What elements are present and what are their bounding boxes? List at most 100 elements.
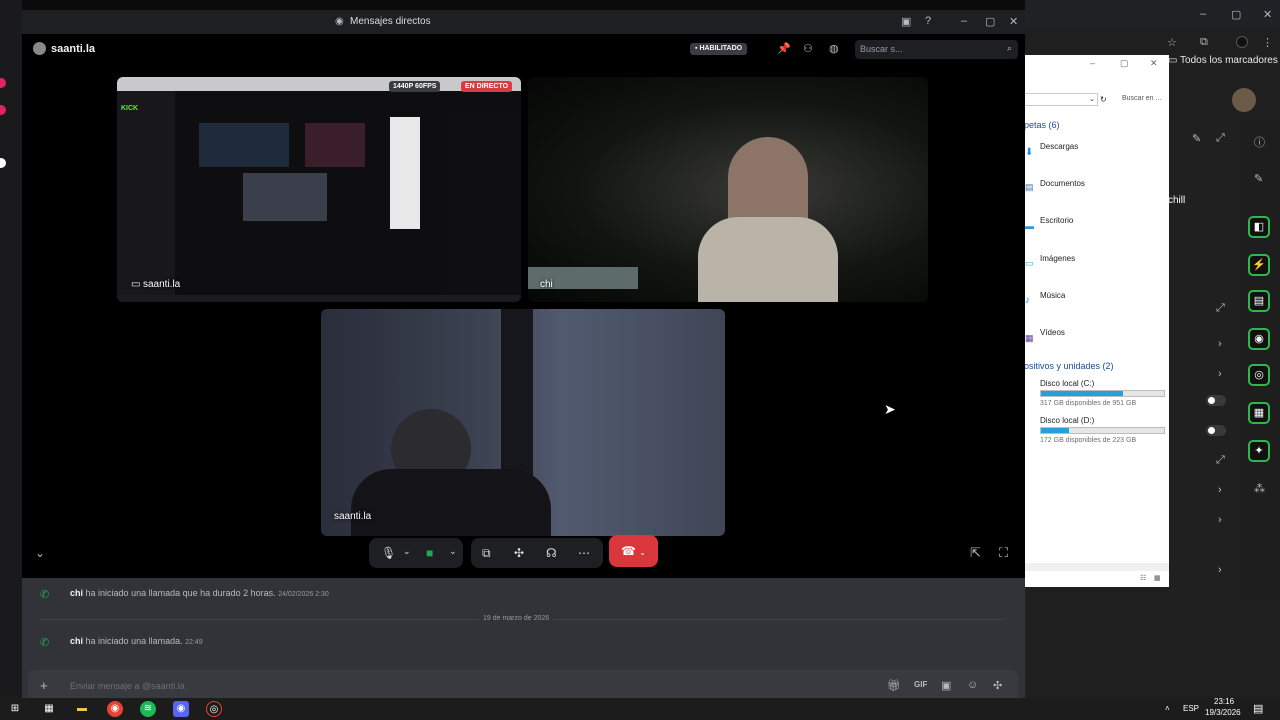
search-input[interactable]: Buscar s... ⌕: [855, 40, 1018, 59]
close-icon[interactable]: ✕: [1263, 8, 1272, 21]
external-icon[interactable]: ⤢: [1216, 454, 1225, 467]
task-view-icon[interactable]: ▦: [41, 701, 57, 717]
add-friends-icon[interactable]: ⚇: [803, 42, 813, 55]
external-icon[interactable]: ⤢: [1216, 302, 1225, 315]
toggle[interactable]: [1206, 425, 1226, 436]
dm-username[interactable]: saanti.la: [51, 43, 95, 55]
webcam-tile-chi[interactable]: chi: [528, 77, 928, 302]
inbox-icon[interactable]: ▣: [901, 15, 911, 28]
tool-button[interactable]: ◉: [1248, 328, 1270, 350]
close-icon[interactable]: ✕: [1150, 58, 1158, 69]
horizontal-scrollbar[interactable]: [1022, 563, 1169, 571]
windows-start-icon[interactable]: ⊞: [7, 701, 23, 717]
folder-videos[interactable]: Vídeos: [1040, 328, 1065, 337]
share-icon[interactable]: ⁂: [1254, 482, 1265, 495]
help-icon[interactable]: ?: [925, 15, 931, 27]
screenshare-tile[interactable]: KICK 1440P 60FPS EN DIRECTO ▭ saanti.la: [117, 77, 521, 302]
bookmarks-bar[interactable]: ▭ Todos los marcadores: [1168, 55, 1280, 77]
minimize-icon[interactable]: –: [961, 15, 967, 27]
clock-date[interactable]: 19/3/2026: [1205, 708, 1241, 717]
collapse-chevron-icon[interactable]: ⌄: [35, 546, 45, 560]
folder-downloads[interactable]: Descargas: [1040, 142, 1078, 151]
add-attachment-icon[interactable]: +: [40, 678, 48, 693]
address-bar[interactable]: ⌄: [1022, 93, 1098, 106]
soundboard-icon[interactable]: ☊: [546, 546, 557, 560]
screenshare-icon[interactable]: ⧉: [482, 546, 491, 561]
tool-button[interactable]: ▤: [1248, 290, 1270, 312]
fullscreen-icon[interactable]: ⛶: [999, 545, 1008, 561]
sticker-icon[interactable]: ▣: [941, 679, 951, 692]
folders-header[interactable]: petas (6): [1024, 120, 1060, 130]
minimize-icon[interactable]: –: [1090, 58, 1095, 68]
apps-icon[interactable]: ✣: [993, 679, 1002, 692]
tray-chevron-icon[interactable]: ˄: [1165, 704, 1170, 713]
gif-icon[interactable]: GIF: [914, 680, 927, 689]
folder-images[interactable]: Imágenes: [1040, 254, 1075, 263]
minimize-icon[interactable]: –: [1200, 8, 1206, 20]
pencil-icon[interactable]: ✎: [1192, 132, 1201, 145]
folder-desktop[interactable]: Escritorio: [1040, 216, 1073, 225]
folder-documents[interactable]: Documentos: [1040, 179, 1085, 188]
chevron-down-icon[interactable]: ⌄: [449, 546, 457, 557]
tiles-view-icon[interactable]: ▦: [1154, 574, 1161, 582]
details-view-icon[interactable]: ☷: [1140, 574, 1146, 582]
notifications-icon[interactable]: ▤: [1253, 702, 1263, 715]
tool-button[interactable]: ◧: [1248, 216, 1270, 238]
message-input[interactable]: Enviar mensaje a @saanti.la: [70, 681, 185, 691]
profile-avatar[interactable]: [1236, 36, 1248, 48]
gift-icon[interactable]: 🎁︎: [887, 679, 901, 692]
file-explorer-icon[interactable]: ▬: [74, 701, 90, 717]
clock-time[interactable]: 23:16: [1214, 697, 1234, 706]
language-indicator[interactable]: ESP: [1183, 704, 1199, 713]
external-icon[interactable]: ⤢: [1216, 132, 1225, 145]
spotify-icon[interactable]: ≋: [140, 701, 156, 717]
chevron-right-icon[interactable]: ›: [1218, 564, 1222, 576]
phone-icon: ✆: [40, 589, 50, 601]
star-icon[interactable]: ☆: [1167, 36, 1177, 49]
maximize-icon[interactable]: ▢: [985, 15, 995, 28]
maximize-icon[interactable]: ▢: [1120, 58, 1129, 69]
search-input[interactable]: Buscar en ...: [1120, 93, 1168, 106]
close-icon[interactable]: ✕: [1009, 15, 1018, 28]
chevron-right-icon[interactable]: ›: [1218, 338, 1222, 350]
refresh-icon[interactable]: ↻: [1100, 95, 1107, 104]
toggle[interactable]: [1206, 395, 1226, 406]
webcam-tile-saanti[interactable]: saanti.la: [321, 309, 725, 536]
message-composer[interactable]: + Enviar mensaje a @saanti.la 🎁︎ GIF ▣ ☺…: [28, 670, 1018, 700]
chevron-right-icon[interactable]: ›: [1218, 368, 1222, 380]
camera-icon[interactable]: ■: [426, 546, 433, 560]
info-icon[interactable]: ⓘ: [1254, 134, 1265, 150]
microphone-icon[interactable]: 🎙: [381, 546, 396, 560]
more-icon[interactable]: ⋯: [578, 546, 590, 560]
drives-header[interactable]: ositivos y unidades (2): [1024, 361, 1114, 371]
chrome-icon[interactable]: ◉: [107, 701, 123, 717]
status-dot: [0, 158, 6, 168]
obs-icon[interactable]: ◎: [206, 701, 222, 717]
emoji-icon[interactable]: ☺: [967, 679, 978, 691]
discord-icon[interactable]: ◉: [173, 701, 189, 717]
pencil-icon[interactable]: ✎: [1254, 172, 1263, 185]
drive-d-label[interactable]: Disco local (D:): [1040, 416, 1094, 425]
pin-icon[interactable]: 📌: [777, 42, 791, 55]
tool-button[interactable]: ⚡: [1248, 254, 1270, 276]
end-call-button[interactable]: ☎ ⌄: [609, 535, 658, 567]
chevron-down-icon[interactable]: ⌄: [403, 546, 411, 557]
extensions-icon[interactable]: ⧉: [1200, 36, 1208, 49]
chevron-right-icon[interactable]: ›: [1218, 484, 1222, 496]
chevron-right-icon[interactable]: ›: [1218, 514, 1222, 526]
menu-icon[interactable]: ⋮: [1262, 36, 1273, 49]
tool-button[interactable]: ✦: [1248, 440, 1270, 462]
popout-icon[interactable]: ⇱: [970, 545, 981, 561]
tool-button[interactable]: ▦: [1248, 402, 1270, 424]
user-profile-icon[interactable]: ◍: [829, 42, 839, 55]
maximize-icon[interactable]: ▢: [1231, 8, 1241, 21]
music-icon: ♪: [1025, 295, 1030, 306]
avatar[interactable]: [1232, 88, 1256, 112]
message-author[interactable]: chi: [70, 588, 83, 598]
tool-button[interactable]: ◎: [1248, 364, 1270, 386]
avatar[interactable]: [33, 42, 46, 55]
folder-music[interactable]: Música: [1040, 291, 1065, 300]
drive-c-label[interactable]: Disco local (C:): [1040, 379, 1094, 388]
message-author[interactable]: chi: [70, 636, 83, 646]
activities-icon[interactable]: ✣: [514, 546, 524, 560]
